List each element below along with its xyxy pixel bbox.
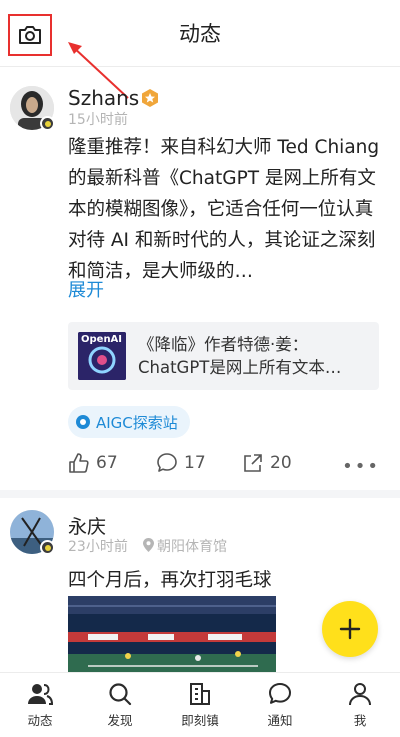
topic-tag[interactable]: AIGC探索站 <box>68 406 190 438</box>
post-actions: 67 17 20 ••• <box>68 452 388 482</box>
vip-badge-icon <box>142 89 158 107</box>
person-icon <box>349 683 371 706</box>
tab-feed[interactable]: 动态 <box>0 673 80 737</box>
more-options-icon[interactable]: ••• <box>342 456 380 477</box>
tab-label: 动态 <box>27 713 53 728</box>
comment-button[interactable]: 17 <box>156 452 206 474</box>
post-location[interactable]: 朝阳体育馆 <box>157 536 227 556</box>
user-group-icon <box>28 684 53 705</box>
user-name[interactable]: 永庆 <box>68 512 106 539</box>
post-text: 四个月后，再次打羽毛球 <box>68 570 272 591</box>
topic-icon <box>76 415 90 429</box>
comment-count: 17 <box>184 453 206 473</box>
create-post-button[interactable] <box>322 601 378 657</box>
share-icon <box>244 454 262 472</box>
expand-link[interactable]: 展开 <box>68 276 104 302</box>
tab-label: 我 <box>353 713 367 728</box>
post-time: 15小时前 <box>68 112 128 128</box>
location-pin-icon <box>143 538 154 552</box>
tab-notifications[interactable]: 通知 <box>240 673 320 737</box>
link-thumbnail: OpenAI <box>78 332 126 380</box>
tab-label: 即刻镇 <box>181 713 219 728</box>
tab-me[interactable]: 我 <box>320 673 400 737</box>
share-button[interactable]: 20 <box>242 452 292 474</box>
building-icon <box>190 683 210 705</box>
like-button[interactable]: 67 <box>68 452 118 474</box>
plus-icon <box>339 618 361 640</box>
user-name[interactable]: Szhans <box>68 86 139 110</box>
topic-label: AIGC探索站 <box>96 413 178 432</box>
verified-badge-icon <box>40 116 55 131</box>
share-count: 20 <box>270 453 292 473</box>
thumbs-up-icon <box>69 453 89 473</box>
post-separator <box>0 490 400 498</box>
post-text: 隆重推荐！来自科幻大师 Ted Chiang 的最新科普《ChatGPT 是网上… <box>68 137 380 282</box>
chat-bubble-icon <box>269 683 291 704</box>
comment-icon <box>157 453 177 472</box>
post-time: 23小时前 <box>68 539 128 555</box>
search-icon <box>109 683 132 706</box>
verified-badge-icon <box>40 540 55 555</box>
bottom-tab-bar: 动态 发现 即刻镇 通知 我 <box>0 672 400 737</box>
link-title: 《降临》作者特德·姜：ChatGPT是网上所有文本… <box>138 335 342 377</box>
link-thumbnail-text: OpenAI <box>81 334 123 345</box>
tab-label: 发现 <box>107 713 133 728</box>
like-count: 67 <box>96 453 118 473</box>
link-card[interactable]: OpenAI 《降临》作者特德·姜：ChatGPT是网上所有文本… <box>68 322 379 390</box>
tab-discover[interactable]: 发现 <box>80 673 160 737</box>
tab-label: 通知 <box>267 713 293 728</box>
tab-town[interactable]: 即刻镇 <box>160 673 240 737</box>
